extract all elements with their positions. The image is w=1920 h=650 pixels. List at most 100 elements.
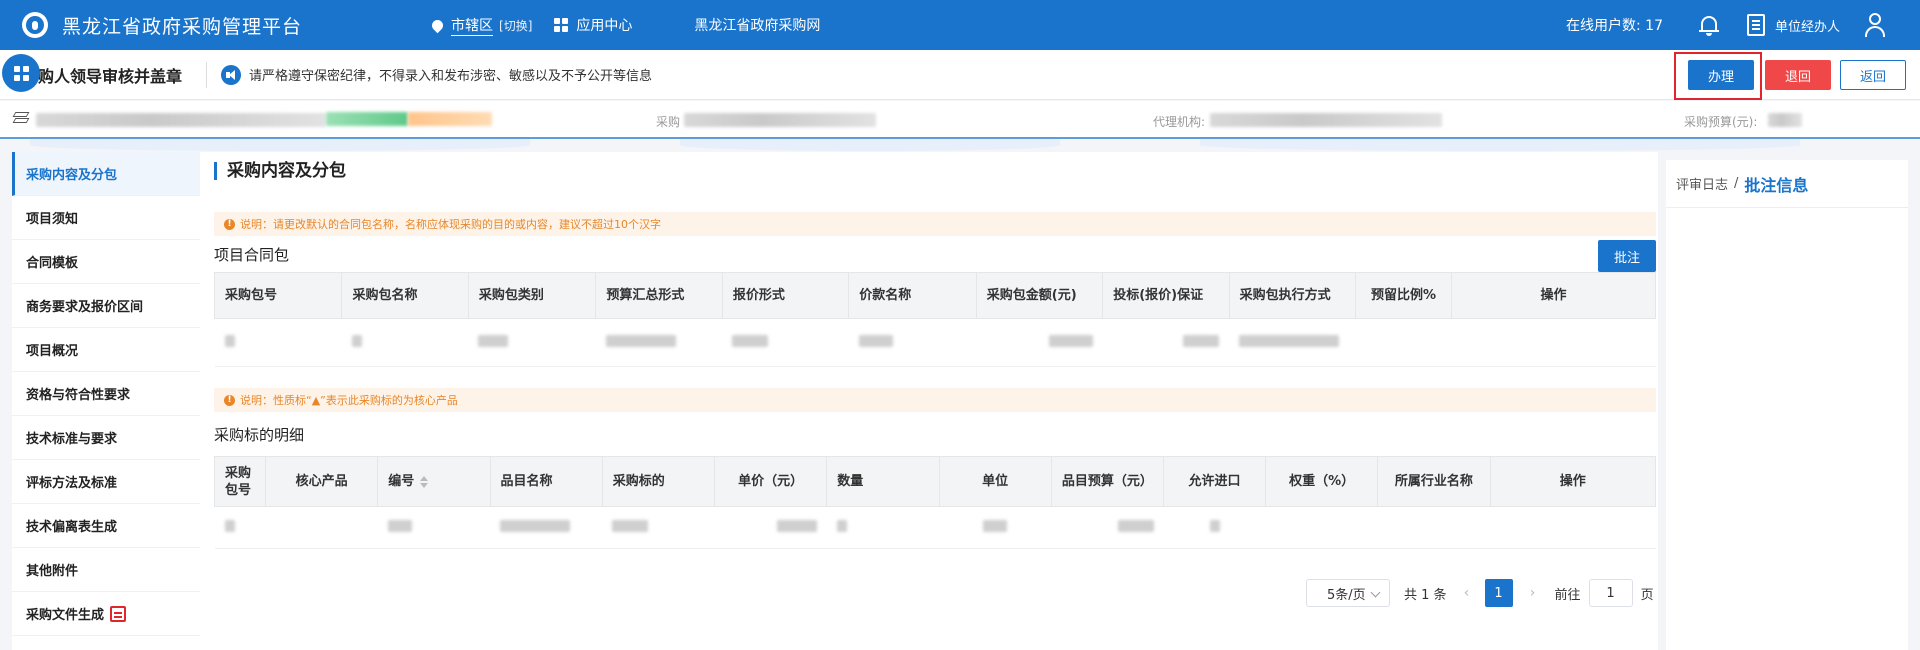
page-size-select[interactable]: 5条/页	[1306, 579, 1390, 607]
col-header: 所属行业名称	[1377, 456, 1491, 507]
sidebar-item-generate-file[interactable]: 采购文件生成	[12, 592, 200, 636]
tip-core-product: ! 说明：性质标“▲”表示此采购标的为核心产品	[214, 388, 1656, 412]
redacted-procure-value	[684, 113, 876, 127]
page-number-current[interactable]: 1	[1484, 579, 1513, 607]
page-unit: 页	[1640, 587, 1654, 603]
redacted-cell	[224, 519, 235, 532]
location-pin-icon	[429, 17, 446, 33]
redacted-cell	[1239, 334, 1340, 347]
top-bar: 黑龙江省政府采购管理平台 市辖区 [切换] 应用中心 黑龙江省政府采购网 在线用…	[0, 0, 1920, 50]
breadcrumb-separator: /	[1734, 176, 1739, 191]
redacted-tag-orange	[408, 112, 492, 126]
goto-page-input[interactable]: 1	[1588, 579, 1633, 607]
table-row	[214, 506, 1656, 549]
decor-wave	[680, 139, 1060, 151]
contract-package-table: 采购包号 采购包名称 采购包类别 预算汇总形式 报价形式 价款名称 采购包金额(…	[213, 272, 1657, 367]
confidentiality-notice: 请严格遵守保密纪律，不得录入和发布涉密、敏感以及不予公开等信息	[249, 69, 653, 84]
redacted-project-name	[36, 113, 326, 127]
redacted-cell	[983, 519, 1008, 532]
divider	[206, 61, 208, 88]
decor-wave	[30, 139, 530, 151]
sidebar-item-evaluation[interactable]: 评标方法及标准	[12, 460, 200, 504]
info-icon: !	[224, 394, 235, 406]
reject-button[interactable]: 退回	[1765, 60, 1831, 90]
menu-grid-button[interactable]	[2, 54, 40, 92]
col-header[interactable]: 编号	[377, 456, 491, 507]
region-selector[interactable]: 市辖区 [切换]	[429, 15, 532, 36]
annotate-button[interactable]: 批注	[1598, 240, 1656, 272]
budget-label: 采购预算(元):	[1684, 115, 1758, 129]
table-row	[214, 318, 1656, 367]
redacted-cell	[858, 334, 893, 347]
app-center-label[interactable]: 应用中心	[576, 15, 632, 35]
sidebar-item-business-requirements[interactable]: 商务要求及报价区间	[12, 284, 200, 328]
prev-page-button[interactable]: ‹	[1457, 585, 1477, 601]
pagination: 5条/页 共 1 条 ‹ 1 › 前往 1 页	[1306, 579, 1654, 607]
redacted-cell	[1209, 519, 1220, 532]
goto-label: 前往	[1554, 587, 1581, 603]
col-header: 权重（%）	[1265, 456, 1379, 507]
user-icon[interactable]	[1864, 13, 1886, 37]
col-header: 单位	[938, 456, 1052, 507]
decor-wave	[1200, 139, 1800, 151]
back-button[interactable]: 返回	[1840, 60, 1906, 90]
redacted-cell	[605, 334, 676, 347]
sidebar-item-content-package[interactable]: 采购内容及分包	[12, 152, 200, 196]
redacted-cell	[1117, 519, 1154, 532]
gov-procurement-link[interactable]: 黑龙江省政府采购网	[694, 15, 820, 35]
online-users-count: 在线用户数: 17	[1566, 18, 1663, 34]
col-header: 品目名称	[489, 456, 603, 507]
redacted-tag-green	[326, 112, 408, 126]
contract-package-title: 项目合同包	[214, 246, 290, 264]
app-center-menu[interactable]: 应用中心	[554, 15, 632, 35]
col-header: 采购包号	[213, 272, 343, 319]
review-panel: 评审日志 / 批注信息	[1666, 160, 1908, 650]
redacted-cell	[500, 519, 571, 532]
col-header: 采购包执行方式	[1228, 272, 1357, 319]
redacted-cell	[224, 334, 235, 347]
app-title: 黑龙江省政府采购管理平台	[62, 15, 303, 38]
next-page-button[interactable]: ›	[1523, 585, 1543, 601]
procurement-detail-table: 采购包号 核心产品 编号 品目名称 采购标的 单价（元） 数量 单位 品目预算（…	[213, 456, 1657, 549]
sidebar-item-qualification[interactable]: 资格与符合性要求	[12, 372, 200, 416]
redacted-budget-value	[1768, 113, 1802, 127]
redacted-cell	[1183, 334, 1220, 347]
annotation-info-tab[interactable]: 批注信息	[1744, 172, 1808, 196]
sidebar-item-tech-deviation[interactable]: 技术偏离表生成	[12, 504, 200, 548]
info-icon: !	[224, 218, 235, 230]
redacted-cell	[612, 519, 649, 532]
col-header: 采购包类别	[467, 272, 597, 319]
review-panel-header: 评审日志 / 批注信息	[1666, 160, 1908, 208]
total-count: 共 1 条	[1404, 587, 1447, 603]
region-switch-link[interactable]: [切换]	[499, 17, 532, 34]
document-icon[interactable]	[1746, 14, 1765, 36]
redacted-cell	[351, 334, 362, 347]
col-header: 允许进口	[1163, 456, 1267, 507]
tip-contract-name: ! 说明：请更改默认的合同包名称，名称应体现采购的目的或内容，建议不超过10个汉…	[214, 212, 1656, 236]
sidebar-item-instructions[interactable]: 项目须知	[12, 196, 200, 240]
redacted-cell	[836, 519, 847, 532]
col-header: 采购包金额(元)	[975, 272, 1104, 319]
col-header: 报价形式	[721, 272, 850, 319]
agency-label: 代理机构:	[1153, 115, 1206, 129]
col-header: 品目预算（元）	[1050, 456, 1165, 507]
redacted-cell	[387, 519, 412, 532]
sidebar-item-attachments[interactable]: 其他附件	[12, 548, 200, 592]
bell-icon[interactable]	[1698, 14, 1719, 36]
sort-icon[interactable]	[420, 475, 429, 488]
handle-button[interactable]: 办理	[1688, 60, 1754, 90]
detail-title: 采购标的明细	[214, 426, 305, 444]
redacted-cell	[732, 334, 769, 347]
sidebar-item-overview[interactable]: 项目概况	[12, 328, 200, 372]
app-grid-icon	[554, 18, 569, 32]
col-header: 操作	[1489, 456, 1657, 507]
review-log-tab[interactable]: 评审日志	[1676, 174, 1728, 193]
unit-handler-label[interactable]: 单位经办人	[1775, 16, 1840, 35]
region-name[interactable]: 市辖区	[451, 15, 494, 36]
col-header: 预算汇总形式	[595, 272, 723, 319]
sidebar-item-tech-standards[interactable]: 技术标准与要求	[12, 416, 200, 460]
col-header: 采购包名称	[341, 272, 469, 319]
col-header: 单价（元）	[714, 456, 828, 507]
sidebar-item-contract-template[interactable]: 合同模板	[12, 240, 200, 284]
page-title: 购人领导审核并盖章	[38, 66, 183, 86]
